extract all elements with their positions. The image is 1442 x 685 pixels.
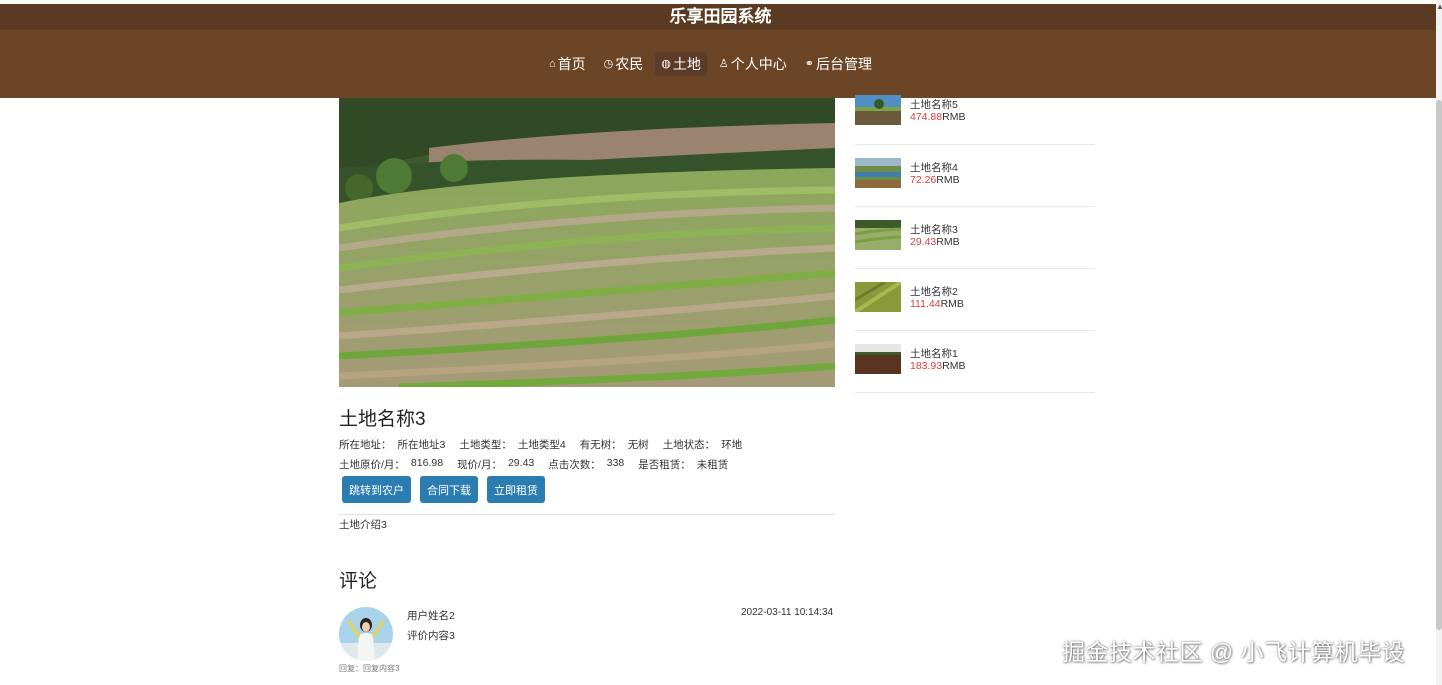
status-label: 土地状态： — [662, 439, 716, 451]
original-price-label: 土地原价/月： — [339, 459, 405, 471]
side-item-name: 土地名称1 — [910, 348, 958, 360]
side-list-item[interactable]: 土地名称2 111.44RMB — [855, 282, 1095, 344]
main-nav: ⌂ 首页 ◷ 农民 ◍ 土地 ♙ 个人中心 ⚭ 后台管理 — [543, 52, 878, 76]
nav-personal-center[interactable]: ♙ 个人中心 — [713, 52, 793, 76]
type-label: 土地类型： — [459, 439, 512, 451]
current-price-value: 29.43 — [507, 457, 535, 469]
land-photo — [339, 98, 835, 387]
land-intro: 土地介绍3 — [339, 519, 387, 531]
comment-reply: 回复：回复内容3 — [339, 664, 400, 673]
clock-icon: ◷ — [603, 58, 614, 70]
nav-home[interactable]: ⌂ 首页 — [543, 52, 592, 76]
nav-farmers[interactable]: ◷ 农民 — [598, 52, 650, 76]
nav-label: 首页 — [557, 56, 586, 72]
comment-user-name: 用户姓名2 — [407, 610, 455, 622]
land-thumbnail — [855, 95, 901, 125]
land-thumbnail — [855, 344, 901, 374]
rented-value: 未租赁 — [696, 459, 729, 471]
avatar — [339, 607, 393, 661]
home-icon: ⌂ — [549, 58, 556, 70]
divider — [855, 330, 1095, 331]
price-unit: RMB — [942, 360, 966, 372]
price-value: 183.93 — [910, 360, 943, 372]
price-value: 474.88 — [910, 111, 943, 123]
watermark: 掘金技术社区 @ 小飞计算机毕设 — [1062, 639, 1406, 665]
price-unit: RMB — [936, 174, 960, 186]
side-item-name: 土地名称2 — [910, 286, 958, 298]
side-item-name: 土地名称4 — [910, 162, 958, 174]
side-item-price: 183.93RMB — [910, 360, 965, 372]
nav-admin[interactable]: ⚭ 后台管理 — [799, 52, 878, 76]
user-icon: ♙ — [718, 58, 729, 70]
land-thumbnail — [855, 220, 901, 250]
price-value: 29.43 — [910, 236, 937, 248]
divider — [855, 144, 1095, 145]
nav-label: 土地 — [672, 56, 701, 72]
price-unit: RMB — [940, 298, 964, 310]
nav-land[interactable]: ◍ 土地 — [655, 52, 707, 76]
rent-now-button[interactable]: 立即租赁 — [487, 476, 545, 503]
trees-value: 无树 — [627, 439, 649, 451]
divider — [855, 268, 1095, 269]
land-icon: ◍ — [661, 58, 671, 70]
comments-heading: 评论 — [339, 571, 378, 592]
rented-label: 是否租赁： — [638, 459, 691, 471]
clicks-value: 338 — [606, 457, 625, 469]
side-item-price: 474.88RMB — [910, 111, 965, 123]
top-header: 乐享田园系统 ⌂ 首页 ◷ 农民 ◍ 土地 ♙ 个人中心 ⚭ 后台管理 — [0, 4, 1436, 98]
side-list-item[interactable]: 土地名称4 72.26RMB — [855, 158, 1095, 220]
side-list-item[interactable]: 土地名称5 474.88RMB — [855, 95, 1095, 157]
side-list-item[interactable]: 土地名称1 183.93RMB — [855, 344, 1095, 406]
nav-label: 个人中心 — [730, 56, 787, 72]
action-buttons: 跳转到农户 合同下载 立即租赁 — [342, 476, 545, 503]
scroll-up-icon[interactable]: ▲ — [1436, 2, 1442, 11]
jump-to-farmer-button[interactable]: 跳转到农户 — [342, 476, 411, 503]
info-row-price: 土地原价/月： 816.98 现价/月： 29.43 点击次数： 338 是否租… — [339, 457, 738, 472]
trees-label: 有无树： — [579, 439, 622, 451]
land-title: 土地名称3 — [339, 409, 426, 430]
divider — [855, 392, 1095, 393]
side-item-name: 土地名称5 — [910, 99, 958, 111]
comment-time: 2022-03-11 10:14:34 — [741, 607, 834, 618]
side-list-item[interactable]: 土地名称3 29.43RMB — [855, 220, 1095, 282]
clicks-label: 点击次数： — [548, 459, 601, 471]
current-price-label: 现价/月： — [457, 459, 502, 471]
info-row-address: 所在地址： 所在地址3 土地类型： 土地类型4 有无树： 无树 土地状态： 环地 — [339, 437, 752, 452]
divider — [855, 206, 1095, 207]
price-unit: RMB — [942, 111, 966, 123]
divider — [339, 514, 835, 515]
address-label: 所在地址： — [339, 439, 392, 451]
side-item-name: 土地名称3 — [910, 224, 958, 236]
price-value: 111.44 — [910, 298, 941, 310]
land-thumbnail — [855, 158, 901, 188]
type-value: 土地类型4 — [517, 439, 566, 451]
land-thumbnail — [855, 282, 901, 312]
page-scrollbar[interactable]: ▲ — [1436, 0, 1442, 685]
nav-label: 农民 — [615, 56, 644, 72]
side-item-price: 111.44RMB — [910, 298, 964, 310]
price-value: 72.26 — [910, 174, 937, 186]
site-title: 乐享田园系统 — [0, 4, 1436, 30]
link-icon: ⚭ — [804, 58, 814, 70]
scroll-thumb[interactable] — [1436, 100, 1442, 630]
side-item-price: 29.43RMB — [910, 236, 960, 248]
price-unit: RMB — [936, 236, 960, 248]
side-item-price: 72.26RMB — [910, 174, 960, 186]
original-price-value: 816.98 — [410, 457, 444, 469]
nav-label: 后台管理 — [815, 56, 872, 72]
status-value: 环地 — [721, 439, 743, 451]
contract-download-button[interactable]: 合同下载 — [420, 476, 478, 503]
address-value: 所在地址3 — [397, 439, 446, 451]
comment-text: 评价内容3 — [407, 630, 455, 642]
